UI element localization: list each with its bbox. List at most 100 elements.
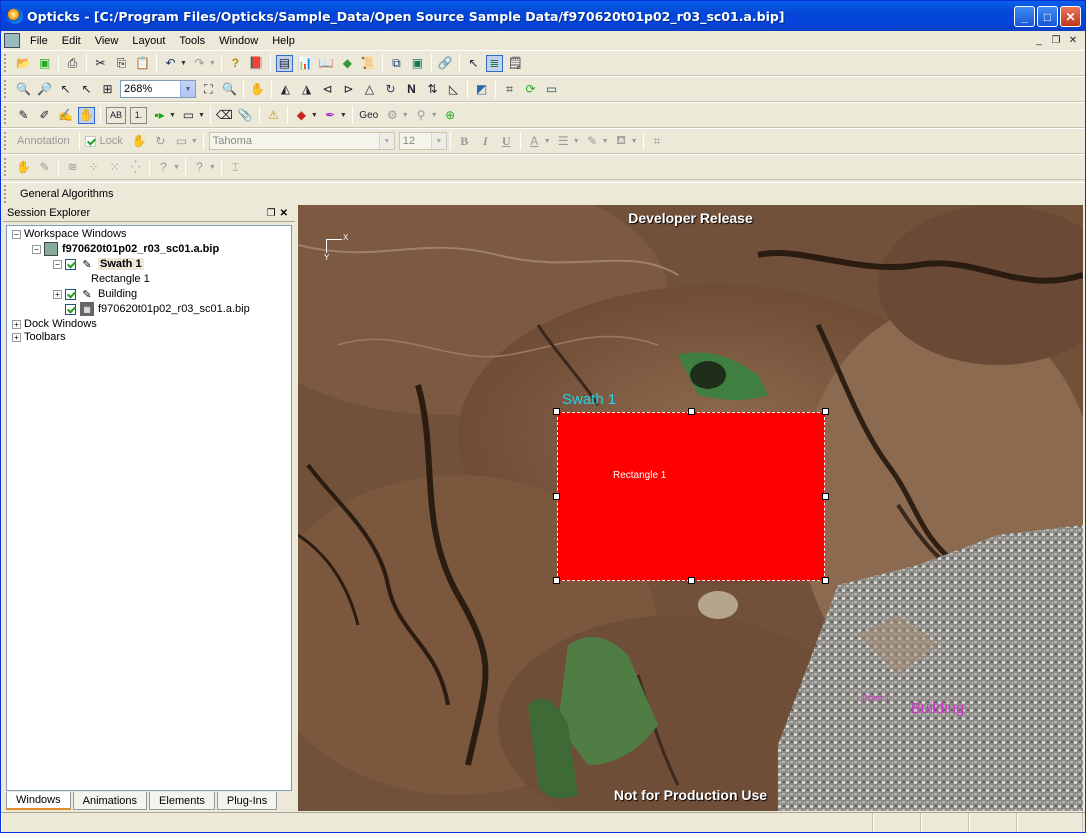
font-size-combo[interactable]: 12 ▼: [398, 132, 447, 150]
tree-node-raster[interactable]: ▦ f970620t01p02_r03_sc01.a.bip: [65, 302, 250, 316]
tab-windows[interactable]: Windows: [6, 792, 71, 810]
chevron-down-icon[interactable]: ▼: [180, 60, 187, 67]
open-file-icon[interactable]: ▣: [36, 55, 53, 72]
pan-hand-icon[interactable]: ✋: [15, 159, 32, 176]
session-explorer-icon[interactable]: ▤: [275, 54, 293, 72]
close-panel-icon[interactable]: ✕: [280, 208, 292, 219]
tab-animations[interactable]: Animations: [72, 792, 148, 810]
toolbar-grip[interactable]: [4, 184, 8, 203]
tree-node-workspace-file[interactable]: − f970620t01p02_r03_sc01.a.bip: [32, 242, 219, 256]
help-book-icon[interactable]: 📕: [248, 55, 265, 72]
flip-horizontal-icon[interactable]: ⊲: [319, 81, 336, 98]
zoom-out-icon[interactable]: 🔎: [36, 81, 53, 98]
float-panel-icon[interactable]: ❐: [267, 208, 280, 219]
eraser-icon[interactable]: ⌫: [216, 107, 233, 124]
brush-icon[interactable]: ✍: [57, 107, 74, 124]
chevron-down-icon[interactable]: ▼: [191, 138, 198, 145]
window-icon[interactable]: ⧉: [388, 55, 405, 72]
swath-visible-checkbox[interactable]: [65, 258, 76, 270]
chevron-down-icon[interactable]: ▼: [431, 112, 438, 119]
menu-view[interactable]: View: [88, 35, 126, 47]
rotate-icon[interactable]: ↻: [152, 133, 169, 150]
chevron-down-icon[interactable]: ▼: [430, 133, 446, 149]
tree-node-swath[interactable]: − ✎ Swath 1: [53, 257, 144, 271]
toolbar-grip[interactable]: [4, 80, 8, 98]
chevron-down-icon[interactable]: ▼: [402, 112, 409, 119]
north-up-icon[interactable]: N: [403, 81, 420, 98]
close-button[interactable]: ✕: [1060, 6, 1081, 27]
rotate-by-icon[interactable]: △: [361, 81, 378, 98]
tab-plug-ins[interactable]: Plug-Ins: [216, 792, 278, 810]
histogram-icon[interactable]: 📊: [297, 55, 314, 72]
pencil-icon[interactable]: ✎: [36, 159, 53, 176]
chevron-down-icon[interactable]: ▼: [209, 60, 216, 67]
cursor-text-icon[interactable]: ⌶: [227, 159, 244, 176]
chevron-down-icon[interactable]: ▼: [340, 112, 347, 119]
chevron-down-icon[interactable]: ▼: [602, 138, 609, 145]
rectangle-annotation[interactable]: Rectangle 1: [557, 412, 825, 581]
chevron-down-icon[interactable]: ▼: [311, 112, 318, 119]
resize-handle[interactable]: [688, 577, 695, 584]
chevron-down-icon[interactable]: ▼: [209, 164, 216, 171]
help-icon[interactable]: ?: [227, 55, 244, 72]
print-icon[interactable]: ⎙: [64, 55, 81, 72]
general-algorithms-menu[interactable]: General Algorithms: [20, 188, 114, 200]
display-icon[interactable]: ▭: [543, 81, 560, 98]
chevron-down-icon[interactable]: ▼: [544, 138, 551, 145]
minimize-button[interactable]: _: [1014, 6, 1035, 27]
collapse-icon[interactable]: −: [32, 244, 41, 254]
italic-button[interactable]: I: [477, 133, 494, 150]
marker-icon[interactable]: ⚲: [413, 107, 430, 124]
rotate-right-icon[interactable]: ◮: [298, 81, 315, 98]
toolbar-grip[interactable]: [4, 106, 8, 124]
resize-handle[interactable]: [553, 408, 560, 415]
toolbar-grip[interactable]: [4, 158, 8, 176]
shapes-icon[interactable]: ◆: [293, 107, 310, 124]
resize-handle[interactable]: [822, 577, 829, 584]
undo-icon[interactable]: ↶: [162, 55, 179, 72]
help-icon[interactable]: ?: [191, 159, 208, 176]
layer-merge-icon[interactable]: ≋: [64, 159, 81, 176]
pixel-select-icon[interactable]: ⁘: [85, 159, 102, 176]
reset-rotation-icon[interactable]: ↻: [382, 81, 399, 98]
expand-icon[interactable]: +: [12, 319, 21, 329]
pixel-erase-icon[interactable]: ⁙: [106, 159, 123, 176]
mdi-minimize-button[interactable]: _: [1031, 33, 1047, 47]
tab-elements[interactable]: Elements: [149, 792, 215, 810]
gcp-icon[interactable]: ⊕: [442, 107, 459, 124]
mdi-restore-button[interactable]: ❐: [1048, 33, 1064, 47]
toolbar-grip[interactable]: [4, 54, 8, 72]
new-window-icon[interactable]: ▣: [409, 55, 426, 72]
cut-icon[interactable]: ✂: [92, 55, 109, 72]
maximize-button[interactable]: □: [1037, 6, 1058, 27]
zoom-to-fit-icon[interactable]: ⛶: [200, 81, 217, 98]
georeference-icon[interactable]: ⚙: [384, 107, 401, 124]
menu-tools[interactable]: Tools: [172, 35, 212, 47]
resize-handle[interactable]: [822, 408, 829, 415]
scroll-icon[interactable]: 📜: [360, 55, 377, 72]
link-icon[interactable]: 🔗: [437, 55, 454, 72]
menu-file[interactable]: File: [23, 35, 55, 47]
font-color-icon[interactable]: A: [526, 133, 543, 150]
zoom-combo[interactable]: 268% ▼: [120, 80, 196, 98]
triangle-icon[interactable]: ◺: [445, 81, 462, 98]
pan-hand-icon[interactable]: ✋: [131, 133, 148, 150]
properties-icon[interactable]: 🗒: [507, 55, 524, 72]
tree-node-workspace-windows[interactable]: − Workspace Windows: [12, 227, 127, 241]
collapse-icon[interactable]: −: [12, 229, 21, 239]
menu-window[interactable]: Window: [212, 35, 265, 47]
hand-select-icon[interactable]: ✋: [78, 106, 95, 124]
chevron-down-icon[interactable]: ▼: [573, 138, 580, 145]
mdi-close-button[interactable]: ✕: [1065, 33, 1081, 47]
resize-handle[interactable]: [553, 577, 560, 584]
book-icon[interactable]: 📖: [318, 55, 335, 72]
clipboard-icon[interactable]: 📎: [237, 107, 254, 124]
pan-hand-icon[interactable]: ✋: [249, 81, 266, 98]
select-pointer-icon[interactable]: ↖: [465, 55, 482, 72]
chevron-down-icon[interactable]: ▼: [198, 112, 205, 119]
zoom-magnify-icon[interactable]: 🔍: [221, 81, 238, 98]
paste-icon[interactable]: 📋: [134, 55, 151, 72]
arrow-line-icon[interactable]: ▪▸: [151, 107, 168, 124]
expand-icon[interactable]: +: [53, 289, 62, 299]
tree-node-toolbars[interactable]: + Toolbars: [12, 330, 66, 344]
